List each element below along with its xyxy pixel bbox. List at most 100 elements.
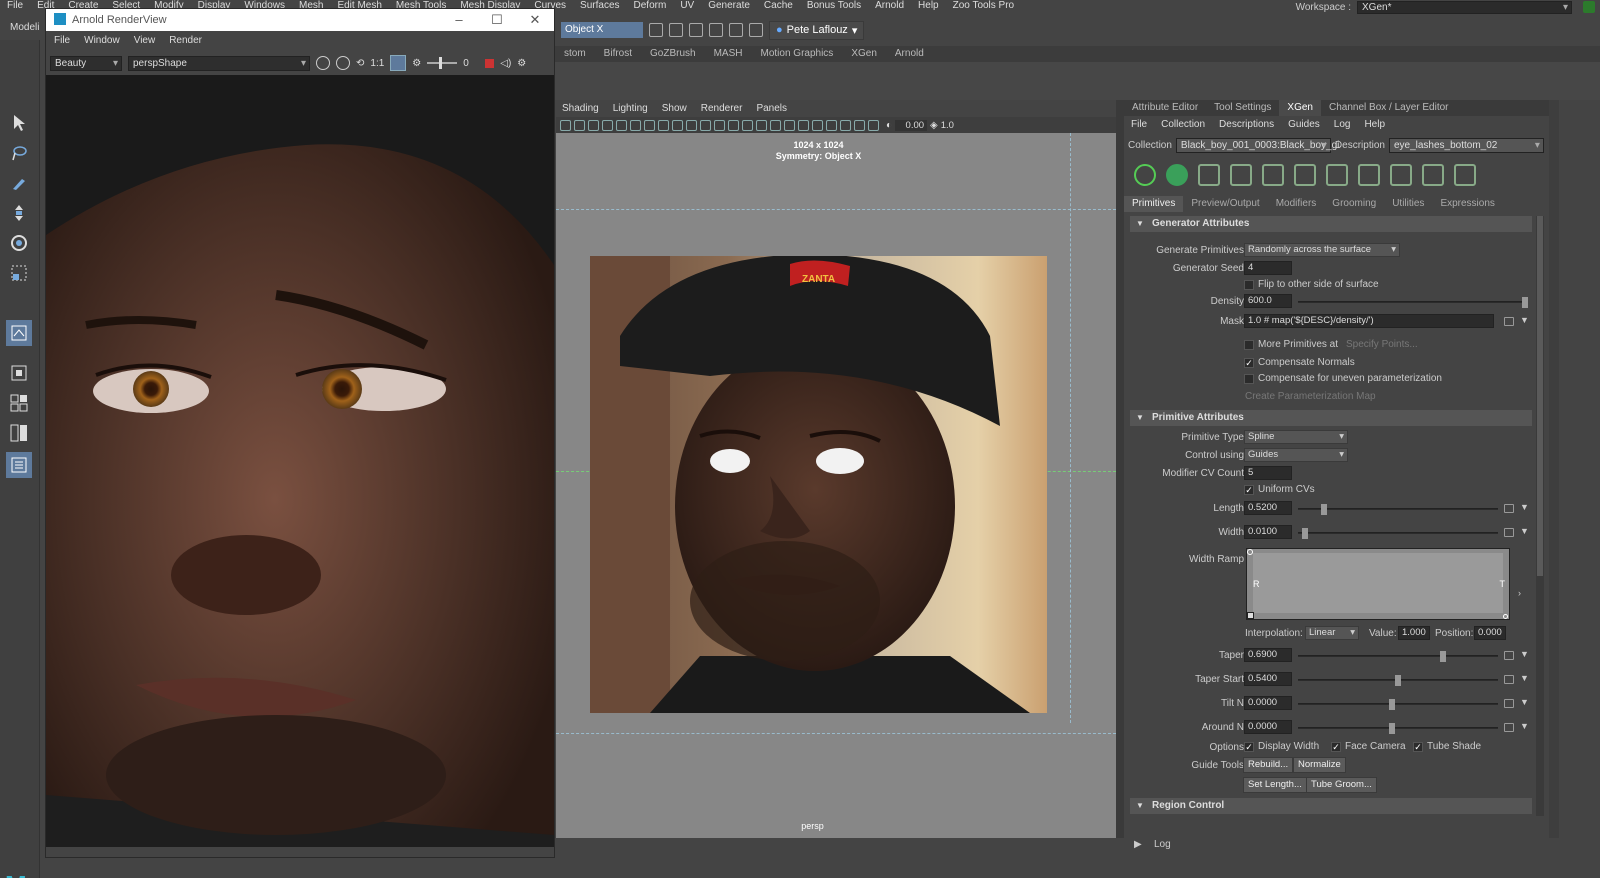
rgb-icon[interactable] xyxy=(336,56,350,70)
rv-menu-file[interactable]: File xyxy=(54,33,70,49)
taper-start-map-icon[interactable] xyxy=(1504,675,1514,684)
length-slider-knob[interactable] xyxy=(1321,504,1328,515)
prim-type-dropdown[interactable]: Spline xyxy=(1244,430,1348,444)
xray-icon[interactable] xyxy=(840,119,851,131)
guides-grass-icon[interactable] xyxy=(1358,164,1380,186)
scale-tool-icon[interactable] xyxy=(6,260,32,286)
render-seq-icon[interactable] xyxy=(669,23,683,37)
mask-field[interactable]: 1.0 # map('${DESC}/density/') xyxy=(1244,314,1494,328)
resolution-gate-icon[interactable] xyxy=(644,119,655,131)
object-field[interactable]: Object X xyxy=(561,22,643,38)
cv-count-field[interactable]: 5 xyxy=(1244,466,1292,480)
vp-menu-lighting[interactable]: Lighting xyxy=(613,101,648,117)
control-dropdown[interactable]: Guides xyxy=(1244,448,1348,462)
ramp-value-field[interactable]: 1.000 xyxy=(1398,626,1430,640)
xray-joints-icon[interactable] xyxy=(854,119,865,131)
exposure-icon[interactable]: ◐ xyxy=(886,120,892,131)
tab-xgen[interactable]: XGen xyxy=(1279,100,1321,116)
menu-help[interactable]: Help xyxy=(911,0,946,12)
tube-shade-checkbox[interactable]: ✓ xyxy=(1413,742,1423,752)
around-field[interactable]: 0.0000 xyxy=(1244,720,1292,734)
mask-menu-icon[interactable]: ▼ xyxy=(1520,315,1529,325)
set-length-button[interactable]: Set Length... xyxy=(1243,777,1307,793)
taper-slider[interactable] xyxy=(1298,651,1498,662)
wireframe-shaded-icon[interactable] xyxy=(728,119,739,131)
minimize-icon[interactable]: – xyxy=(440,9,478,31)
xgen-menu-guides[interactable]: Guides xyxy=(1288,117,1320,133)
layout-single-icon[interactable] xyxy=(6,360,32,386)
gamma-field[interactable]: 1.0 xyxy=(941,120,954,131)
outliner-layout-icon[interactable] xyxy=(6,452,32,478)
render-settings-icon[interactable] xyxy=(709,23,723,37)
ramp-point-handle[interactable] xyxy=(1247,612,1254,619)
viewport-3d[interactable]: 1024 x 1024 Symmetry: Object X ZANTA pers… xyxy=(556,133,1116,838)
tilt-map-icon[interactable] xyxy=(1504,699,1514,708)
bookmark-icon[interactable] xyxy=(588,119,599,131)
tab-attribute-editor[interactable]: Attribute Editor xyxy=(1124,100,1206,116)
width-ramp-editor[interactable]: R T xyxy=(1246,548,1510,620)
xgen-tool-icon[interactable] xyxy=(6,320,32,346)
pause-icon[interactable] xyxy=(749,23,763,37)
menu-deform[interactable]: Deform xyxy=(627,0,674,12)
menu-surfaces[interactable]: Surfaces xyxy=(573,0,626,12)
menu-zoo-tools[interactable]: Zoo Tools Pro xyxy=(946,0,1022,12)
paint-select-icon[interactable] xyxy=(6,170,32,196)
aov-dropdown[interactable]: Beauty xyxy=(50,55,122,71)
move-guides-icon[interactable] xyxy=(1230,164,1252,186)
lasso-tool-icon[interactable] xyxy=(6,140,32,166)
mask-map-icon[interactable] xyxy=(1504,317,1514,326)
taper-start-slider-knob[interactable] xyxy=(1395,675,1401,686)
around-menu-icon[interactable]: ▼ xyxy=(1520,721,1529,731)
shelf-tab-custom[interactable]: stom xyxy=(555,46,595,62)
subtab-expressions[interactable]: Expressions xyxy=(1432,196,1502,212)
camera-select-icon[interactable] xyxy=(560,119,571,131)
compensate-param-checkbox[interactable] xyxy=(1244,374,1254,384)
exposure-knob[interactable] xyxy=(439,57,443,69)
create-description-icon[interactable] xyxy=(1166,164,1188,186)
tilt-slider[interactable] xyxy=(1298,699,1498,710)
shelf-tab-xgen[interactable]: XGen xyxy=(842,46,886,62)
xgen-menu-file[interactable]: File xyxy=(1131,117,1147,133)
ssao-icon[interactable] xyxy=(784,119,795,131)
xgen-menu-descriptions[interactable]: Descriptions xyxy=(1219,117,1274,133)
rv-menu-render[interactable]: Render xyxy=(169,33,202,49)
ipr-icon[interactable] xyxy=(689,23,703,37)
rv-menu-window[interactable]: Window xyxy=(84,33,120,49)
stop-icon[interactable] xyxy=(485,58,495,68)
gamma-icon[interactable]: ◈ xyxy=(930,120,938,131)
taper-menu-icon[interactable]: ▼ xyxy=(1520,649,1529,659)
safe-action-icon[interactable] xyxy=(686,119,697,131)
camera-lock-icon[interactable] xyxy=(574,119,585,131)
vp-menu-renderer[interactable]: Renderer xyxy=(701,101,743,117)
shelf-tab-arnold[interactable]: Arnold xyxy=(886,46,933,62)
menu-uv[interactable]: UV xyxy=(673,0,701,12)
lights-icon[interactable] xyxy=(756,119,767,131)
menu-bonus-tools[interactable]: Bonus Tools xyxy=(800,0,868,12)
seed-field[interactable]: 4 xyxy=(1244,261,1292,275)
length-slider[interactable] xyxy=(1298,504,1498,515)
log-section[interactable]: ▶ Log xyxy=(1124,838,1549,852)
display-width-checkbox[interactable]: ✓ xyxy=(1244,742,1254,752)
settings-gear-icon[interactable]: ⚙ xyxy=(517,58,526,69)
width-menu-icon[interactable]: ▼ xyxy=(1520,526,1529,536)
tilt-menu-icon[interactable]: ▼ xyxy=(1520,697,1529,707)
refresh-icon[interactable] xyxy=(316,56,330,70)
select-guide-icon[interactable] xyxy=(1294,164,1316,186)
around-map-icon[interactable] xyxy=(1504,723,1514,732)
xgen-menu-help[interactable]: Help xyxy=(1364,117,1385,133)
maximize-icon[interactable]: ☐ xyxy=(478,9,516,31)
mode-label[interactable]: Modeli xyxy=(10,22,44,33)
guide-length-icon[interactable] xyxy=(1390,164,1412,186)
ramp-expand-icon[interactable]: › xyxy=(1518,588,1521,598)
description-dropdown[interactable]: eye_lashes_bottom_02 xyxy=(1388,137,1544,153)
aa-icon[interactable] xyxy=(812,119,823,131)
visibility-eye-icon[interactable] xyxy=(1134,164,1156,186)
length-map-icon[interactable] xyxy=(1504,504,1514,513)
gen-prims-dropdown[interactable]: Randomly across the surface xyxy=(1244,243,1400,257)
user-account[interactable]: ● Pete Laflouz ▾ xyxy=(769,20,865,40)
ratio-label[interactable]: 1:1 xyxy=(370,58,384,69)
shadows-icon[interactable] xyxy=(770,119,781,131)
camera-dropdown[interactable]: perspShape xyxy=(128,55,310,71)
gear-icon[interactable]: ⚙ xyxy=(412,58,421,69)
around-slider-knob[interactable] xyxy=(1389,723,1396,734)
